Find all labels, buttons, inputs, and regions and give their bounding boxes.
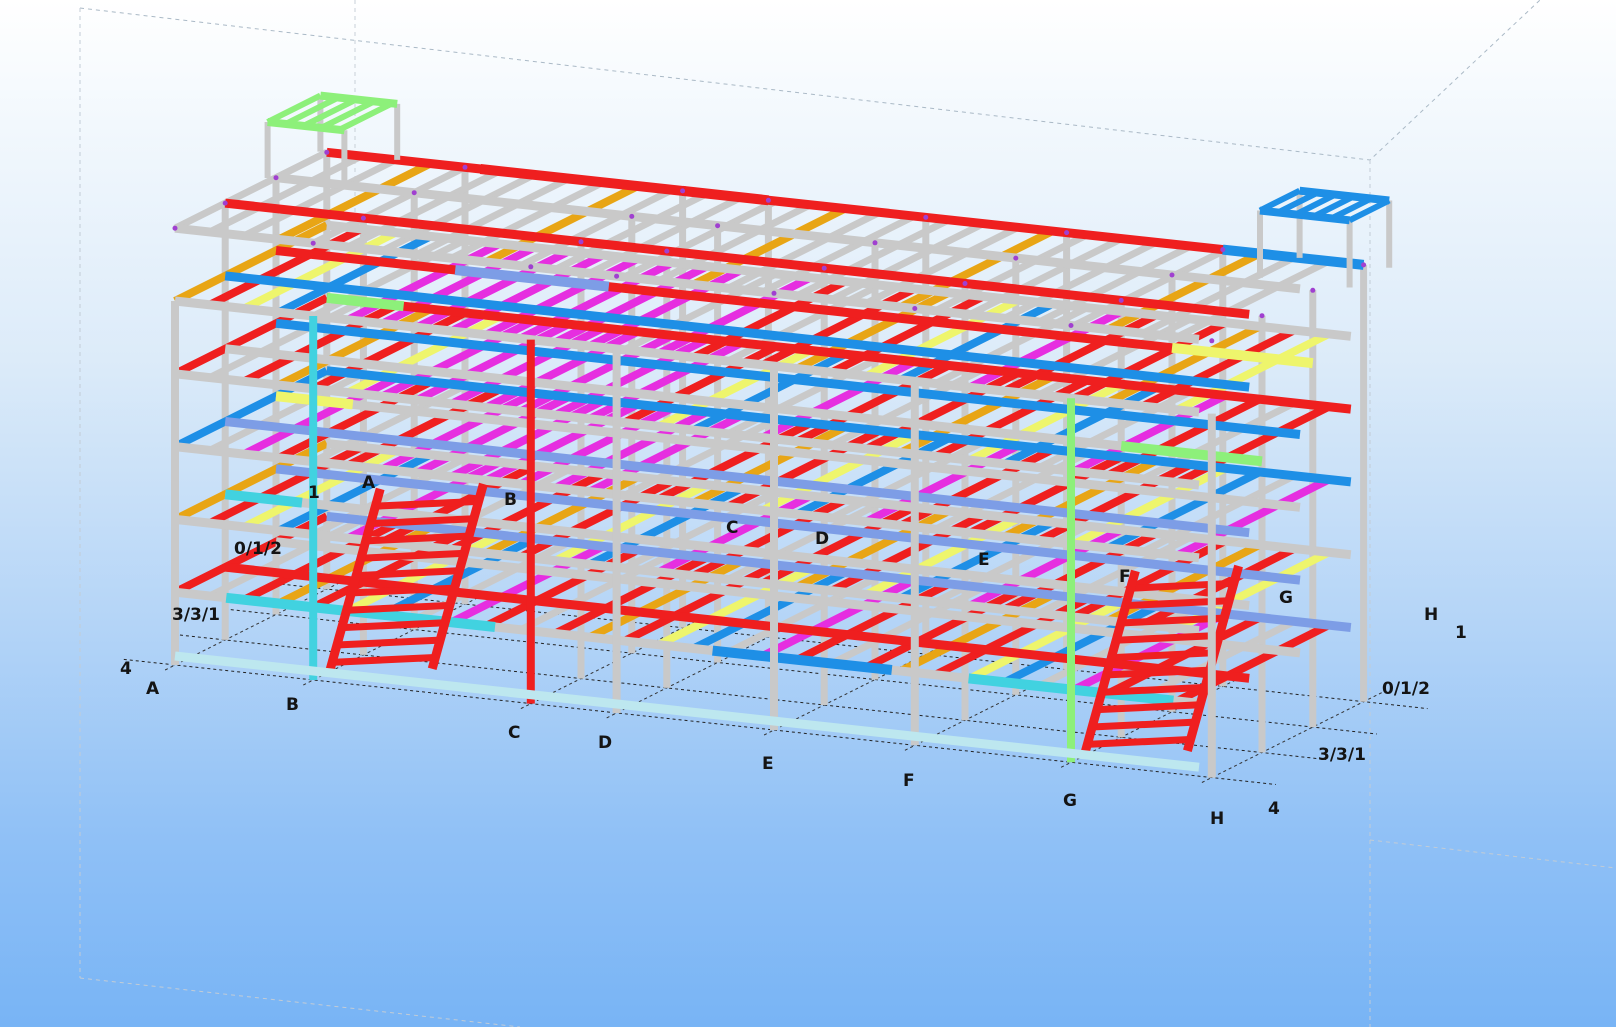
- structural-model-scene[interactable]: 4 A B C D E F G H 4 1 0/1/2 3/3/1 3/3/1 …: [0, 0, 1616, 1027]
- node-marker: [1068, 323, 1074, 328]
- node-marker: [273, 175, 279, 181]
- node-marker: [1169, 272, 1175, 278]
- grid-label-row-331-right: 3/3/1: [1318, 745, 1366, 765]
- stair-tread: [328, 654, 433, 666]
- node-marker: [872, 240, 878, 246]
- node-marker: [1220, 247, 1226, 253]
- grid-label-top-f: F: [1119, 567, 1131, 587]
- grid-label-g: G: [1063, 791, 1077, 811]
- node-marker: [614, 273, 620, 279]
- stair-tread: [1114, 632, 1219, 644]
- slab-edge: [174, 651, 1200, 772]
- node-marker: [462, 164, 468, 170]
- stair-tread: [344, 602, 448, 614]
- node-marker: [528, 264, 534, 270]
- depth-beam: [173, 149, 329, 232]
- node-marker: [172, 225, 178, 231]
- grid-label-f: F: [903, 771, 915, 791]
- grid-label-b: B: [286, 695, 299, 715]
- accent-beam: [224, 489, 303, 508]
- node-marker: [1310, 287, 1316, 293]
- grid-label-top-h: H: [1424, 605, 1438, 625]
- node-marker: [578, 239, 584, 245]
- grid-label-row-331-left: 3/3/1: [172, 605, 220, 625]
- node-marker: [680, 188, 686, 194]
- stair-tread: [1084, 736, 1188, 748]
- grid-label-top-g: G: [1279, 588, 1293, 608]
- node-marker: [912, 306, 918, 311]
- grid-label-e: E: [762, 754, 774, 774]
- node-marker: [771, 290, 777, 296]
- stair-tread: [374, 497, 479, 510]
- node-marker: [715, 223, 721, 229]
- structure: [171, 91, 1393, 778]
- grid-label-row-1-right: 1: [1455, 623, 1467, 643]
- node-marker: [765, 197, 771, 203]
- node-marker: [1259, 313, 1265, 319]
- grid-label-top-a: A: [362, 473, 376, 493]
- node-marker: [923, 214, 929, 220]
- node-marker: [629, 213, 635, 219]
- stair-tread: [1089, 718, 1193, 731]
- stair-tread: [354, 567, 458, 580]
- stair-tread: [1119, 614, 1224, 627]
- node-marker: [1209, 338, 1215, 344]
- stair-tread: [333, 636, 438, 649]
- grid-label-row-012-left: 0/1/2: [234, 539, 282, 559]
- node-marker: [821, 265, 827, 271]
- grid-label-top-d: D: [815, 529, 829, 549]
- stair-tread: [1094, 701, 1198, 714]
- grid-label-row-012-right: 0/1/2: [1382, 679, 1430, 699]
- grid-label-row-4-right: 4: [1268, 799, 1280, 819]
- node-marker: [1361, 262, 1367, 268]
- grid-label-top-c: C: [726, 518, 738, 538]
- node-marker: [360, 215, 366, 221]
- grid-label-row-1-left: 1: [308, 483, 320, 503]
- grid-label-d: D: [598, 733, 612, 753]
- node-marker: [324, 149, 330, 155]
- node-marker: [310, 240, 316, 246]
- grid-label-top-b: B: [504, 490, 517, 510]
- node-marker: [1064, 230, 1070, 236]
- node-marker: [962, 281, 968, 286]
- node-marker: [222, 200, 228, 206]
- grid-label-top-e: E: [978, 550, 990, 570]
- node-marker: [1013, 255, 1019, 261]
- depth-beam: [208, 152, 363, 236]
- grid-label-a: A: [146, 679, 160, 699]
- stair-tread: [339, 619, 443, 632]
- stair-tread: [359, 549, 464, 562]
- stair-tread: [364, 532, 469, 545]
- stair-tread: [1109, 649, 1214, 662]
- node-marker: [411, 190, 417, 196]
- grid-line-col: [1201, 691, 1384, 783]
- stair-tread: [369, 515, 474, 528]
- node-marker: [1118, 297, 1124, 303]
- 3d-model-viewport[interactable]: 4 A B C D E F G H 4 1 0/1/2 3/3/1 3/3/1 …: [0, 0, 1616, 1027]
- grid-label-row-4-left: 4: [120, 659, 132, 679]
- stair-tread: [1130, 579, 1234, 592]
- stair-tread: [1099, 684, 1203, 696]
- stair-tread: [349, 584, 453, 597]
- stair-tread: [1104, 666, 1209, 679]
- node-marker: [664, 248, 670, 254]
- grid-label-c: C: [508, 723, 520, 743]
- grid-label-h: H: [1210, 809, 1224, 829]
